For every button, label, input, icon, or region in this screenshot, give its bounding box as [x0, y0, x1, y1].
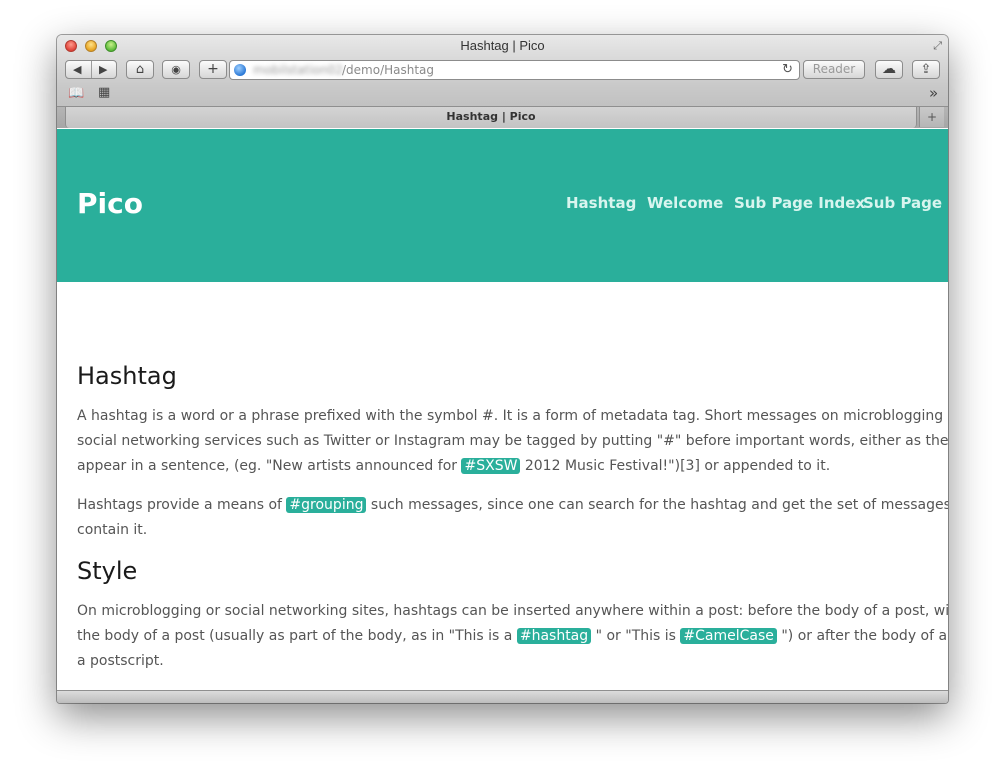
globe-icon	[234, 64, 246, 76]
hashtag-camelcase[interactable]: #CamelCase	[680, 628, 777, 644]
back-forward-control: ◀ ▶	[65, 60, 117, 79]
page-content: Hashtag A hashtag is a word or a phrase …	[57, 282, 948, 690]
hashtag-grouping[interactable]: #grouping	[286, 497, 367, 513]
book-icon[interactable]: 📖	[68, 86, 84, 101]
hashtag-sxsw[interactable]: #SXSW	[461, 458, 521, 474]
hashtag-hashtag[interactable]: #hashtag	[516, 628, 592, 644]
plus-icon: +	[207, 61, 219, 77]
paragraph-intro: A hashtag is a word or a phrase prefixed…	[77, 404, 948, 479]
new-tab-button[interactable]: +	[919, 107, 944, 127]
fullscreen-icon[interactable]: ⤢	[933, 39, 942, 53]
text-line: On microblogging or social networking si…	[77, 603, 948, 619]
nav-link-welcome[interactable]: Welcome	[647, 194, 723, 212]
site-title[interactable]: Pico	[77, 187, 143, 220]
text-line: A hashtag is a word or a phrase prefixed…	[77, 408, 948, 424]
heading-style: Style	[77, 557, 138, 585]
url-path: /demo/Hashtag	[342, 63, 435, 77]
add-bookmark-button[interactable]: +	[199, 60, 227, 79]
browser-window: Hashtag | Pico ⤢ ◀ ▶ ⌂ ◉ + mobilstation0…	[57, 35, 948, 703]
reload-icon[interactable]: ↻	[782, 62, 793, 77]
reader-button[interactable]: Reader	[803, 60, 865, 79]
back-icon[interactable]: ◀	[73, 61, 81, 78]
tab-bar: Hashtag | Pico +	[57, 106, 948, 128]
paragraph-grouping: Hashtags provide a means of #grouping su…	[77, 493, 948, 543]
status-bar	[57, 690, 948, 703]
nav-link-sub-page-index[interactable]: Sub Page Index	[734, 194, 865, 212]
heading-hashtag: Hashtag	[77, 362, 177, 390]
shield-icon: ◉	[171, 63, 181, 76]
grid-icon[interactable]: ▦	[98, 85, 110, 100]
browser-chrome: Hashtag | Pico ⤢ ◀ ▶ ⌂ ◉ + mobilstation0…	[57, 35, 948, 128]
site-header: Pico Hashtag Welcome Sub Page Index Sub …	[57, 129, 948, 282]
nav-link-hashtag[interactable]: Hashtag	[566, 194, 636, 212]
text-line: Hashtags provide a means of #grouping su…	[77, 497, 948, 513]
share-button[interactable]: ⇪	[912, 60, 940, 79]
text-line: the body of a post (usually as part of t…	[77, 628, 948, 644]
text-line: a postscript.	[77, 653, 164, 669]
icloud-tabs-button[interactable]: ☁	[875, 60, 903, 79]
forward-icon[interactable]: ▶	[99, 61, 107, 78]
text-line: social networking services such as Twitt…	[77, 433, 948, 449]
more-bookmarks-icon[interactable]: »	[929, 84, 938, 102]
paragraph-style: On microblogging or social networking si…	[77, 599, 948, 674]
address-bar[interactable]: mobilstation02 /demo/Hashtag ↻	[229, 60, 800, 80]
share-icon: ⇪	[920, 62, 932, 77]
tab-hashtag-pico[interactable]: Hashtag | Pico	[65, 107, 917, 128]
text-line: appear in a sentence, (eg. "New artists …	[77, 458, 831, 474]
nav-link-sub-page[interactable]: Sub Page	[863, 194, 942, 212]
privacy-button[interactable]: ◉	[162, 60, 190, 79]
home-icon: ⌂	[135, 62, 145, 77]
text-line: contain it.	[77, 522, 148, 538]
url-host: mobilstation02	[253, 63, 343, 77]
home-button[interactable]: ⌂	[126, 60, 154, 79]
cloud-icon: ☁	[882, 61, 896, 77]
window-title: Hashtag | Pico	[460, 38, 545, 53]
